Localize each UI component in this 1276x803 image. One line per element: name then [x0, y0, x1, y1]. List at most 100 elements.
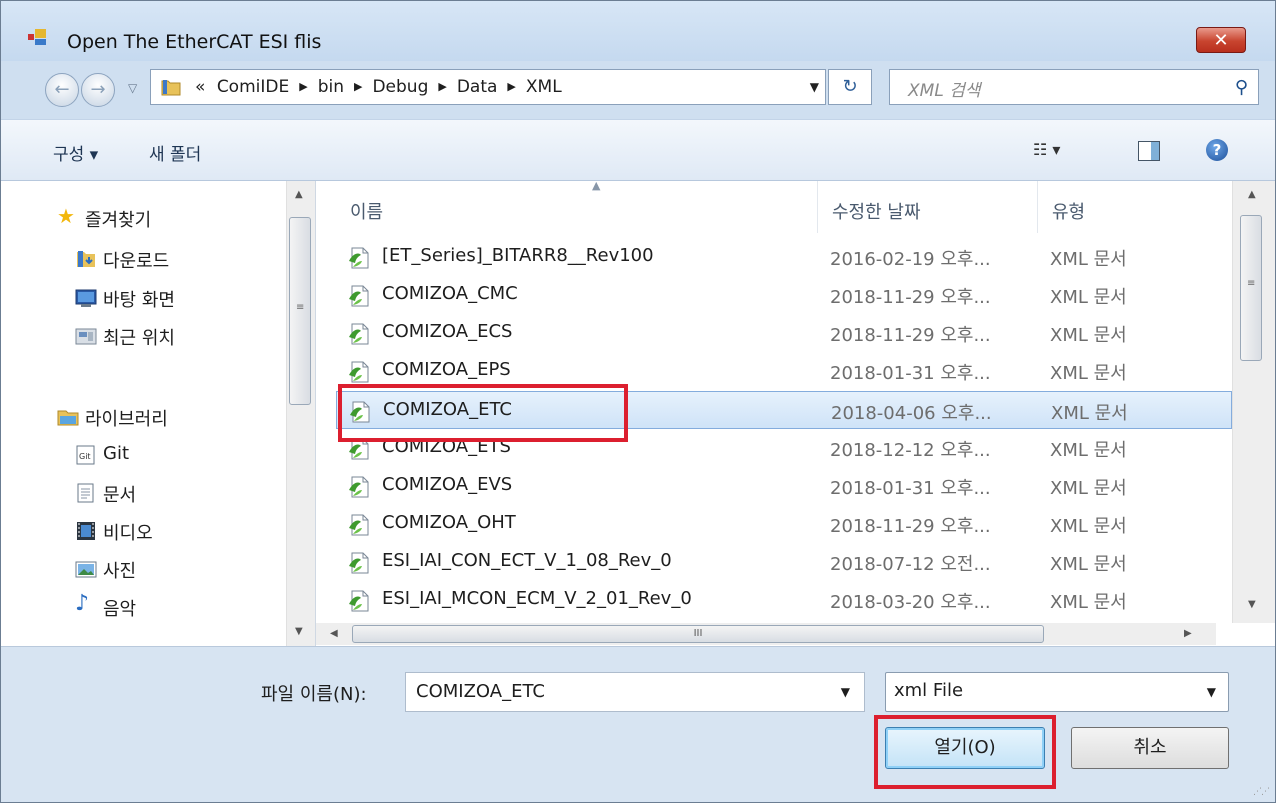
file-name: COMIZOA_EVS: [382, 474, 513, 495]
forward-button[interactable]: →: [81, 73, 115, 107]
file-modified-date: 2018-11-29 오후...: [830, 287, 991, 308]
file-row[interactable]: ESI_IAI_CON_ECT_V_1_08_Rev_0 2018-07-12 오…: [336, 543, 1232, 581]
file-name: COMIZOA_CMC: [382, 283, 518, 304]
refresh-button[interactable]: ↻: [828, 69, 872, 105]
filename-dropdown-arrow-icon[interactable]: ▼: [841, 685, 850, 699]
selected-file-highlight-box: [338, 384, 628, 442]
column-header-label: 유형: [1052, 202, 1086, 223]
breadcrumb-chevron-icon[interactable]: ▶: [507, 80, 515, 93]
file-row[interactable]: COMIZOA_EVS 2018-01-31 오후... XML 문서: [336, 467, 1232, 505]
file-modified-date: 2018-11-29 오후...: [830, 516, 991, 537]
file-row[interactable]: ESI_IAI_MCON_ECM_V_2_01_Rev_0 2018-03-20 …: [336, 581, 1232, 619]
nav-pane-scrollbar[interactable]: ▲ ≡ ▼: [286, 181, 315, 646]
breadcrumb-overflow[interactable]: «: [195, 77, 205, 97]
file-modified-date: 2018-12-12 오후...: [830, 440, 991, 461]
file-row[interactable]: [ET_Series]_BITARR8__Rev100 2016-02-19 오후…: [336, 238, 1232, 276]
folder-icon: [161, 80, 181, 96]
scroll-up-arrow-icon[interactable]: ▲: [1248, 189, 1256, 200]
download-folder-icon: [77, 251, 95, 267]
file-type: XML 문서: [1050, 249, 1127, 270]
recent-pages-dropdown[interactable]: ▽: [128, 81, 137, 95]
close-button[interactable]: ✕: [1196, 27, 1246, 53]
filename-field[interactable]: COMIZOA_ETC ▼: [405, 672, 865, 712]
file-modified-date: 2018-11-29 오후...: [830, 325, 991, 346]
breadcrumb-item-xml[interactable]: XML: [526, 77, 562, 97]
music-icon: ♪: [75, 591, 90, 616]
file-name: [ET_Series]_BITARR8__Rev100: [382, 245, 654, 266]
scroll-down-arrow-icon[interactable]: ▼: [295, 626, 303, 637]
breadcrumb-item-comiide[interactable]: ComiIDE: [217, 77, 289, 97]
view-options-button[interactable]: ☷ ▾: [1033, 140, 1060, 159]
sidebar-item-label: 최근 위치: [103, 328, 175, 349]
cancel-button[interactable]: 취소: [1071, 727, 1229, 769]
search-icon[interactable]: ⚲: [1235, 77, 1248, 98]
file-type-select[interactable]: xml File ▼: [885, 672, 1229, 712]
title-bar: Open The EtherCAT ESI flis ✕: [1, 1, 1275, 61]
sidebar-item-label: 비디오: [103, 523, 153, 544]
star-icon: ★: [57, 204, 75, 228]
xml-file-icon: [349, 285, 369, 307]
xml-file-icon: [349, 323, 369, 345]
file-type: XML 문서: [1050, 592, 1127, 613]
file-modified-date: 2018-01-31 오후...: [830, 363, 991, 384]
sidebar-item-label: 음악: [103, 599, 137, 620]
file-name: COMIZOA_OHT: [382, 512, 516, 533]
scrollbar-thumb[interactable]: III: [352, 625, 1044, 643]
sidebar-item-label: 즐겨찾기: [85, 210, 152, 231]
file-row[interactable]: COMIZOA_CMC 2018-11-29 오후... XML 문서: [336, 276, 1232, 314]
scroll-right-arrow-icon[interactable]: ▶: [1184, 628, 1192, 639]
xml-file-icon: [349, 514, 369, 536]
file-list-scrollbar[interactable]: ▲ ≡ ▼: [1232, 181, 1275, 623]
file-row[interactable]: COMIZOA_ECS 2018-11-29 오후... XML 문서: [336, 314, 1232, 352]
file-type: XML 문서: [1050, 478, 1127, 499]
file-type: XML 문서: [1050, 440, 1127, 461]
sidebar-item-label: 바탕 화면: [103, 290, 175, 311]
breadcrumb-item-bin[interactable]: bin: [318, 77, 344, 97]
file-name: COMIZOA_EPS: [382, 359, 511, 380]
resize-grip-icon[interactable]: ⋰⋰: [1253, 787, 1270, 797]
videos-icon: [77, 522, 95, 540]
scroll-left-arrow-icon[interactable]: ◀: [330, 628, 338, 639]
file-open-dialog: Open The EtherCAT ESI flis ✕ ← → ▽ « Com…: [0, 0, 1276, 803]
window-title: Open The EtherCAT ESI flis: [67, 31, 322, 53]
file-modified-date: 2018-04-06 오후...: [831, 403, 992, 424]
sort-ascending-icon: ▲: [592, 179, 601, 192]
file-row[interactable]: COMIZOA_OHT 2018-11-29 오후... XML 문서: [336, 505, 1232, 543]
scroll-up-arrow-icon[interactable]: ▲: [295, 189, 303, 200]
xml-file-icon: [349, 552, 369, 574]
organize-button[interactable]: 구성 ▾: [53, 140, 98, 165]
new-folder-button[interactable]: 새 폴더: [149, 140, 201, 165]
search-box[interactable]: XML 검색 ⚲: [889, 69, 1259, 105]
help-icon[interactable]: ?: [1206, 139, 1228, 161]
column-header-date[interactable]: 수정한 날짜: [818, 181, 1038, 233]
file-name: COMIZOA_ECS: [382, 321, 513, 342]
filename-label: 파일 이름(N):: [261, 684, 367, 705]
xml-file-icon: [349, 361, 369, 383]
breadcrumb-chevron-icon[interactable]: ▶: [299, 80, 307, 93]
filename-value[interactable]: COMIZOA_ETC: [416, 681, 545, 702]
pictures-icon: [75, 561, 97, 578]
breadcrumb-chevron-icon[interactable]: ▶: [438, 80, 446, 93]
app-icon: [28, 29, 46, 45]
breadcrumb-item-debug[interactable]: Debug: [372, 77, 428, 97]
file-modified-date: 2018-07-12 오전...: [830, 554, 991, 575]
address-bar[interactable]: « ComiIDE ▶ bin ▶ Debug ▶ Data ▶ XML ▼: [150, 69, 826, 105]
address-dropdown-arrow[interactable]: ▼: [810, 80, 819, 94]
xml-file-icon: [349, 590, 369, 612]
breadcrumb-chevron-icon[interactable]: ▶: [354, 80, 362, 93]
breadcrumb: « ComiIDE ▶ bin ▶ Debug ▶ Data ▶ XML: [195, 77, 568, 97]
preview-pane-icon[interactable]: [1138, 141, 1160, 161]
column-header-name[interactable]: ▲ 이름: [336, 179, 818, 233]
scrollbar-thumb[interactable]: ≡: [1240, 215, 1262, 361]
breadcrumb-item-data[interactable]: Data: [457, 77, 498, 97]
scroll-down-arrow-icon[interactable]: ▼: [1248, 599, 1256, 610]
file-type: XML 문서: [1050, 516, 1127, 537]
search-input[interactable]: XML 검색: [908, 76, 980, 101]
file-type-dropdown-arrow-icon[interactable]: ▼: [1207, 685, 1216, 699]
file-type-value: xml File: [894, 680, 964, 701]
horizontal-scrollbar[interactable]: ◀ III ▶: [316, 623, 1216, 645]
scrollbar-thumb[interactable]: ≡: [289, 217, 311, 405]
back-button[interactable]: ←: [45, 73, 79, 107]
column-header-type[interactable]: 유형: [1038, 181, 1232, 233]
desktop-icon: [75, 289, 97, 307]
